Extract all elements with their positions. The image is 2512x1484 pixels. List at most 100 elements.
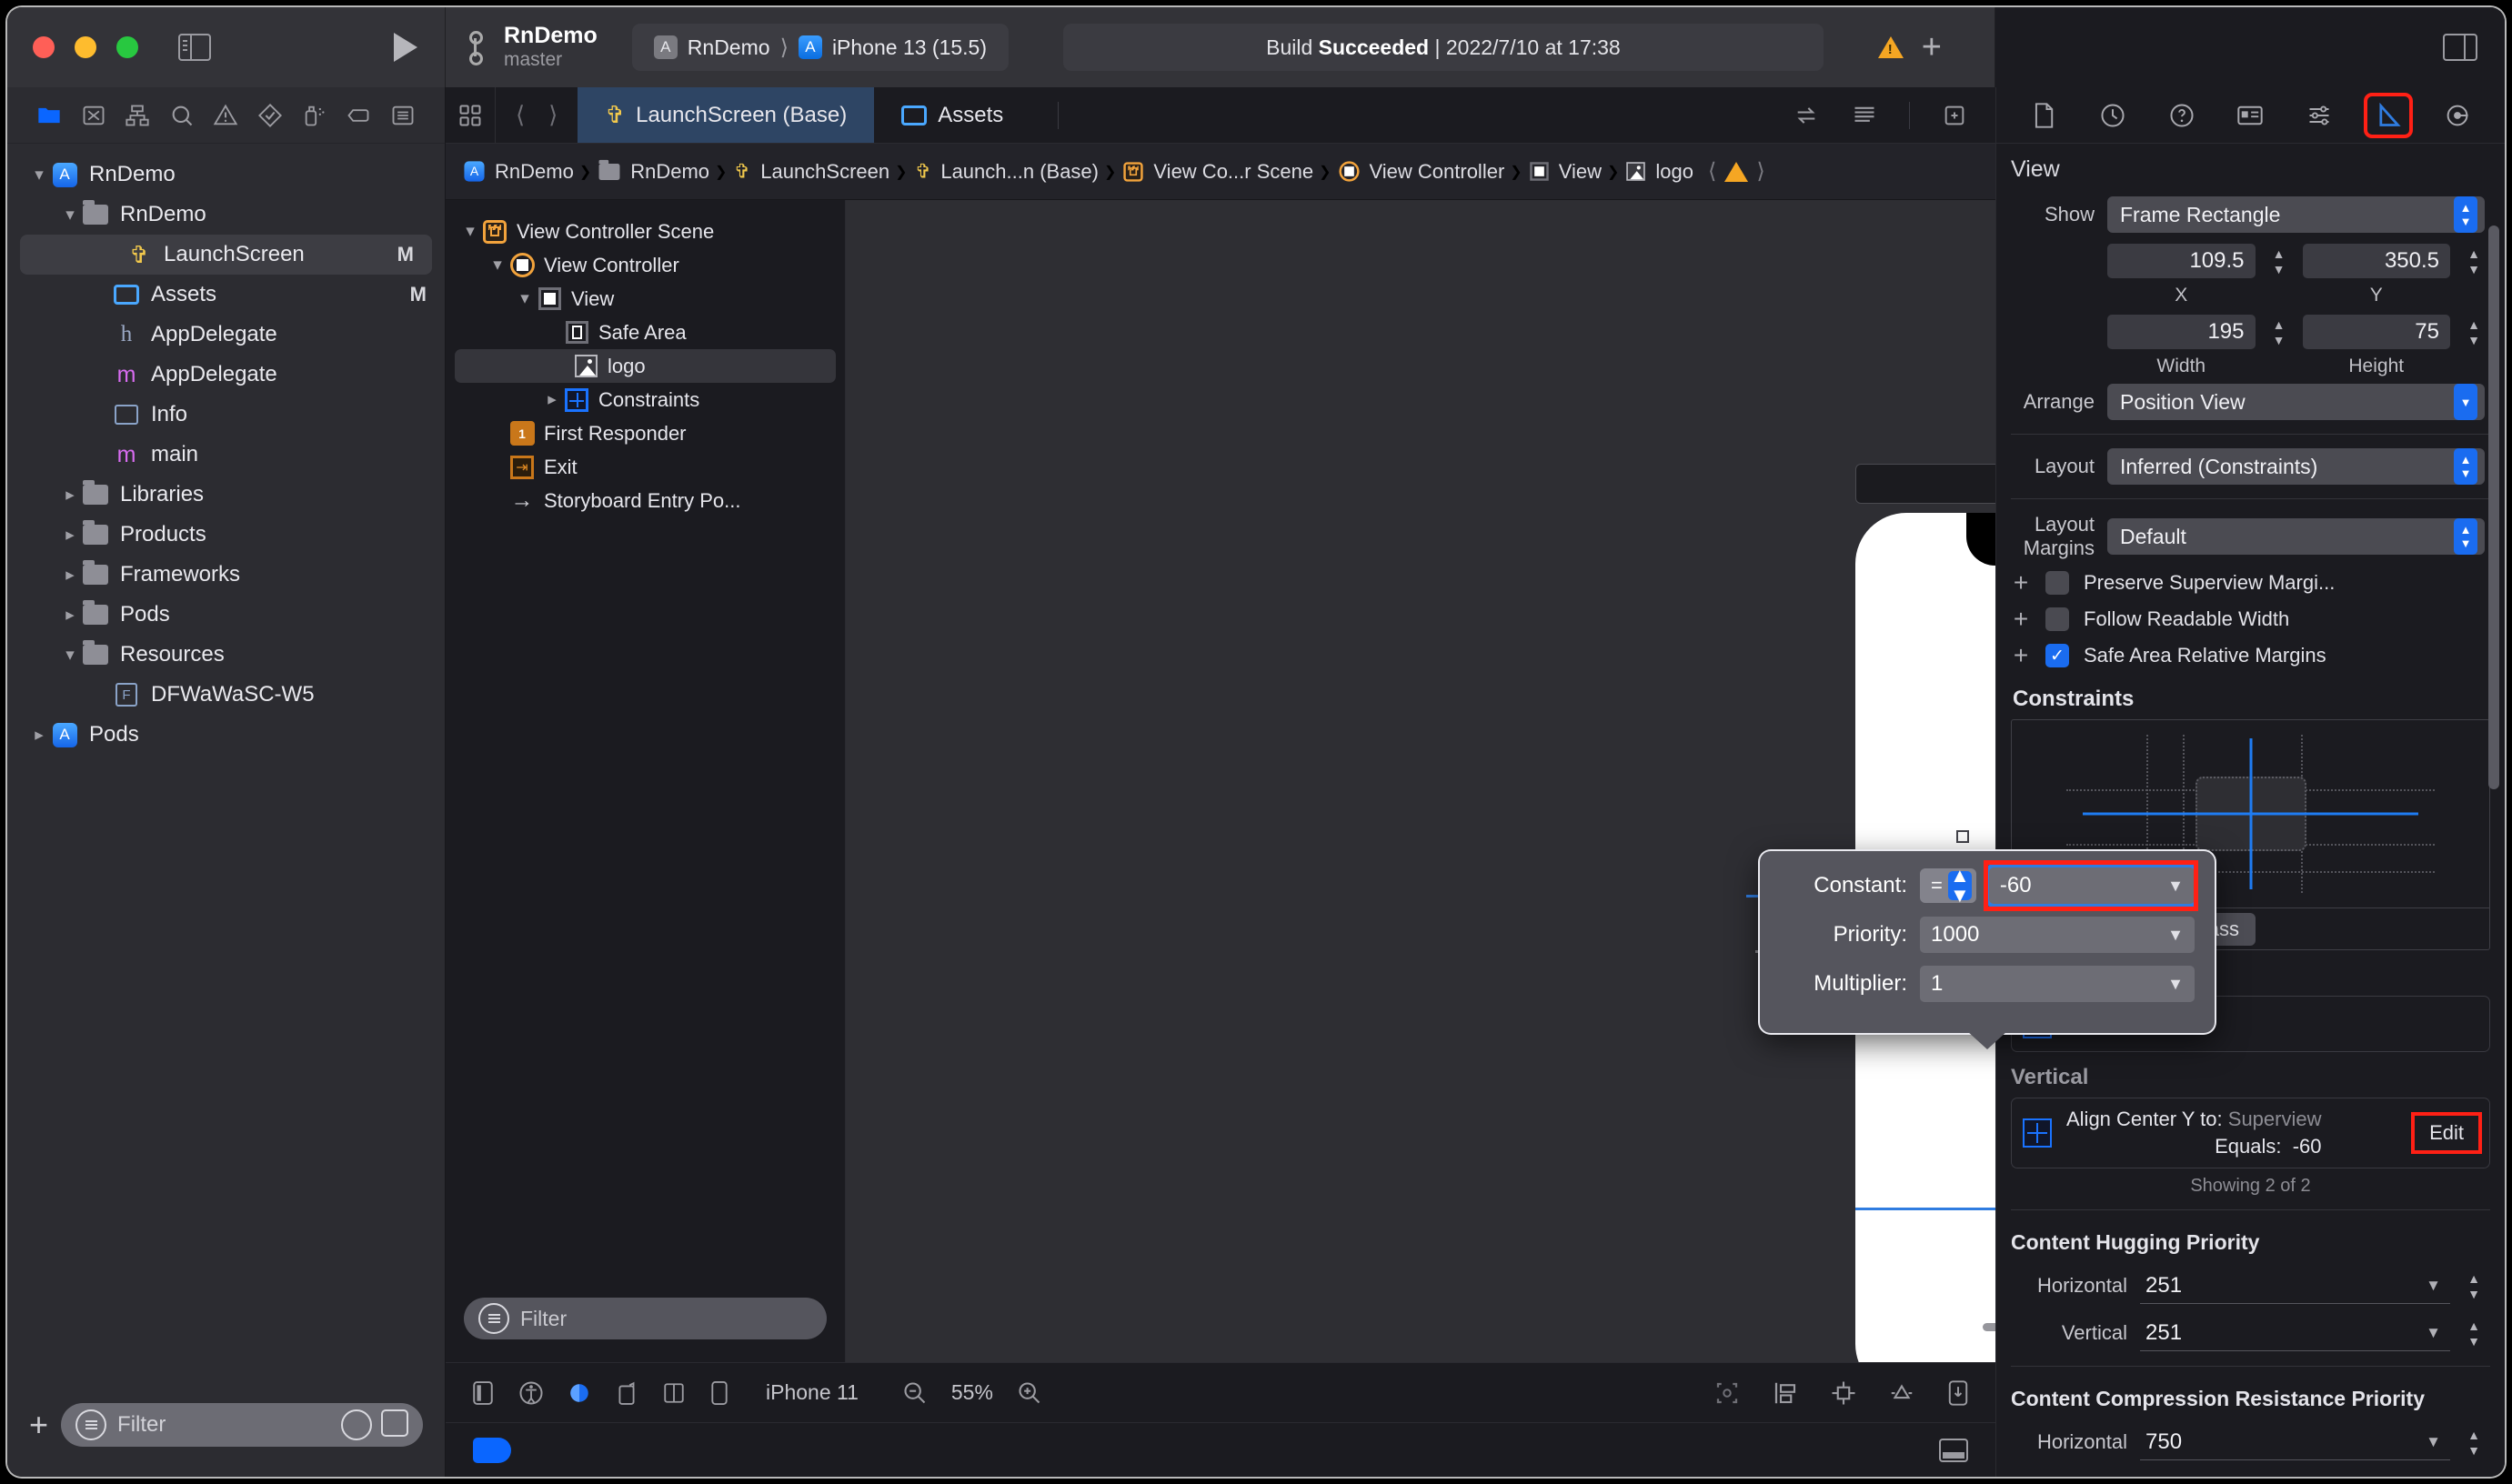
hugging-horizontal-field[interactable]: 251 ▼: [2140, 1268, 2450, 1304]
navigator-item-resources[interactable]: ▾ Resources: [7, 635, 445, 675]
canvas-horizontal-scrollbar[interactable]: [1983, 1323, 1995, 1331]
build-status-bar[interactable]: Build Succeeded | 2022/7/10 at 17:38: [1063, 24, 1824, 71]
previous-issue-icon[interactable]: ⟨: [1708, 158, 1716, 185]
outline-item-first-responder[interactable]: 1 First Responder: [446, 416, 845, 450]
hugging-vertical-field[interactable]: 251 ▼: [2140, 1315, 2450, 1351]
outline-item-constraints[interactable]: ▸ Constraints: [446, 383, 845, 416]
navigator-item-rndemo[interactable]: ▾ RnDemo: [7, 195, 445, 235]
navigator-item-frameworks[interactable]: ▸ Frameworks: [7, 555, 445, 595]
update-frames-icon[interactable]: [1713, 1379, 1741, 1407]
add-editor-button[interactable]: +: [1922, 30, 1942, 65]
report-navigator-icon[interactable]: [387, 102, 418, 129]
embed-in-icon[interactable]: [1946, 1379, 1970, 1407]
arrange-chevron-down-icon[interactable]: ▼: [2454, 384, 2477, 420]
relation-chevrons-icon[interactable]: ▲ ▼: [1947, 866, 1972, 906]
breadcrumb-item-view[interactable]: View: [1528, 160, 1602, 184]
zoom-out-icon[interactable]: [902, 1380, 928, 1406]
tab-assets[interactable]: Assets: [874, 87, 1030, 143]
toggle-debug-area-icon[interactable]: [1939, 1438, 1968, 1462]
chevron-down-icon[interactable]: ▼: [2167, 975, 2184, 994]
navigator-item-11-twisty[interactable]: ▸: [58, 605, 82, 626]
document-outline-toggle-icon[interactable]: [471, 1379, 495, 1407]
width-field[interactable]: 195: [2107, 315, 2256, 349]
scheme-selector[interactable]: A RnDemo ⟩ A iPhone 13 (15.5): [631, 24, 1010, 71]
project-branch-group[interactable]: RnDemo master: [467, 23, 598, 72]
constraint-align-center-y[interactable]: Align Center Y to: Superview Equals: -60…: [2011, 1098, 2490, 1168]
relation-selector[interactable]: = ▲ ▼: [1920, 866, 1976, 906]
multiplier-input[interactable]: 1 ▼: [1920, 966, 2195, 1002]
outline-item-view[interactable]: ▾ View: [446, 282, 845, 316]
y-field[interactable]: 350.5: [2302, 244, 2450, 278]
outline-item-5-twisty[interactable]: ▸: [540, 389, 564, 410]
next-issue-icon[interactable]: ⟩: [1756, 158, 1764, 185]
layout-select[interactable]: Inferred (Constraints) ▲ ▼: [2107, 448, 2485, 485]
constant-input[interactable]: -60 ▼: [1983, 860, 2198, 911]
navigator-item-assets[interactable]: Assets M: [7, 275, 445, 315]
status-tag[interactable]: [473, 1437, 511, 1463]
connections-inspector-icon[interactable]: [2437, 96, 2478, 135]
outline-item-safe-area[interactable]: Safe Area: [446, 316, 845, 349]
debug-spray-icon[interactable]: [299, 102, 330, 129]
compression-horizontal-stepper[interactable]: ▲ ▼: [2463, 1423, 2485, 1461]
split-view-icon[interactable]: [662, 1379, 686, 1407]
run-button-icon[interactable]: [394, 33, 417, 62]
inspector-scrollbar[interactable]: [2488, 226, 2499, 789]
canvas-device-name[interactable]: iPhone 11: [766, 1380, 859, 1405]
symbol-hierarchy-icon[interactable]: [122, 102, 153, 129]
identity-inspector-icon[interactable]: [2229, 96, 2271, 135]
navigator-item-10-twisty[interactable]: ▸: [58, 565, 82, 586]
rotate-device-icon[interactable]: [615, 1379, 638, 1407]
compression-horizontal-field[interactable]: 750 ▼: [2140, 1424, 2450, 1460]
navigator-item-12-twisty[interactable]: ▾: [58, 645, 82, 666]
toggle-navigator-icon[interactable]: [178, 34, 211, 61]
x-stepper[interactable]: ▲ ▼: [2268, 242, 2290, 280]
navigator-item-rndemo[interactable]: ▾ A RnDemo: [7, 155, 445, 195]
outline-item-view-controller-scene[interactable]: ▾ View Controller Scene: [446, 215, 845, 248]
filter-options-icon[interactable]: [478, 1303, 509, 1334]
width-stepper[interactable]: ▲ ▼: [2268, 313, 2290, 351]
resize-handle-tl[interactable]: [1956, 830, 1969, 843]
related-items-icon[interactable]: [446, 87, 495, 143]
navigator-item-libraries[interactable]: ▸ Libraries: [7, 475, 445, 515]
warning-icon[interactable]: [1724, 161, 1749, 182]
navigator-item-launchscreen[interactable]: ✞ LaunchScreen M: [20, 235, 432, 275]
add-variation-button[interactable]: +: [2011, 641, 2031, 670]
issue-warning-icon[interactable]: [210, 102, 241, 129]
arrange-select[interactable]: Position View ▼: [2107, 384, 2485, 420]
resolve-issues-icon[interactable]: [1888, 1379, 1915, 1407]
height-field[interactable]: 75: [2302, 315, 2450, 349]
show-select-chevrons-icon[interactable]: ▲ ▼: [2454, 196, 2477, 233]
outline-item-exit[interactable]: ⇥ Exit: [446, 450, 845, 484]
breakpoint-icon[interactable]: [343, 102, 374, 129]
minimize-window-button[interactable]: [75, 36, 96, 58]
breadcrumb-item-logo[interactable]: logo: [1624, 160, 1693, 184]
checkbox[interactable]: ✓: [2045, 644, 2069, 667]
constraint-edit-popover[interactable]: Constant: = ▲ ▼ -60 ▼ Priority: 1000 ▼ M…: [1760, 851, 2215, 1049]
show-select[interactable]: Frame Rectangle ▲ ▼: [2107, 196, 2485, 233]
size-inspector-icon[interactable]: [2364, 92, 2414, 138]
navigator-item-9-twisty[interactable]: ▸: [58, 525, 82, 546]
chevron-down-icon[interactable]: ▼: [2167, 926, 2184, 945]
interface-builder-canvas[interactable]: 1 React Nativ: [846, 200, 1995, 1362]
close-window-button[interactable]: [33, 36, 55, 58]
navigator-item-main[interactable]: m main: [7, 435, 445, 475]
warning-icon[interactable]: [1877, 36, 1904, 58]
edit-constraint-button[interactable]: Edit: [2411, 1112, 2482, 1154]
navigator-item-appdelegate[interactable]: m AppDelegate: [7, 355, 445, 395]
file-inspector-icon[interactable]: [2023, 96, 2065, 135]
zoom-in-icon[interactable]: [1017, 1380, 1042, 1406]
layout-margins-select[interactable]: Default ▲ ▼: [2107, 518, 2485, 555]
canvas-zoom-level[interactable]: 55%: [951, 1380, 993, 1405]
folder-icon[interactable]: [34, 102, 65, 129]
zoom-window-button[interactable]: [116, 36, 138, 58]
breadcrumb-item-launch-n-base-[interactable]: ✞ Launch...n (Base): [913, 157, 1099, 186]
hugging-horizontal-stepper[interactable]: ▲ ▼: [2463, 1267, 2485, 1305]
source-control-filter-icon[interactable]: [381, 1409, 408, 1437]
breadcrumb-item-launchscreen[interactable]: ✞ LaunchScreen: [732, 157, 889, 186]
navigator-item-appdelegate[interactable]: h AppDelegate: [7, 315, 445, 355]
add-variation-button[interactable]: +: [2011, 605, 2031, 634]
attributes-inspector-icon[interactable]: [2298, 96, 2340, 135]
compression-vertical-field[interactable]: 750 ▼: [2140, 1471, 2450, 1478]
breadcrumb-item-view-controller[interactable]: View Controller: [1337, 159, 1504, 184]
navigator-item-14-twisty[interactable]: ▸: [27, 725, 51, 746]
